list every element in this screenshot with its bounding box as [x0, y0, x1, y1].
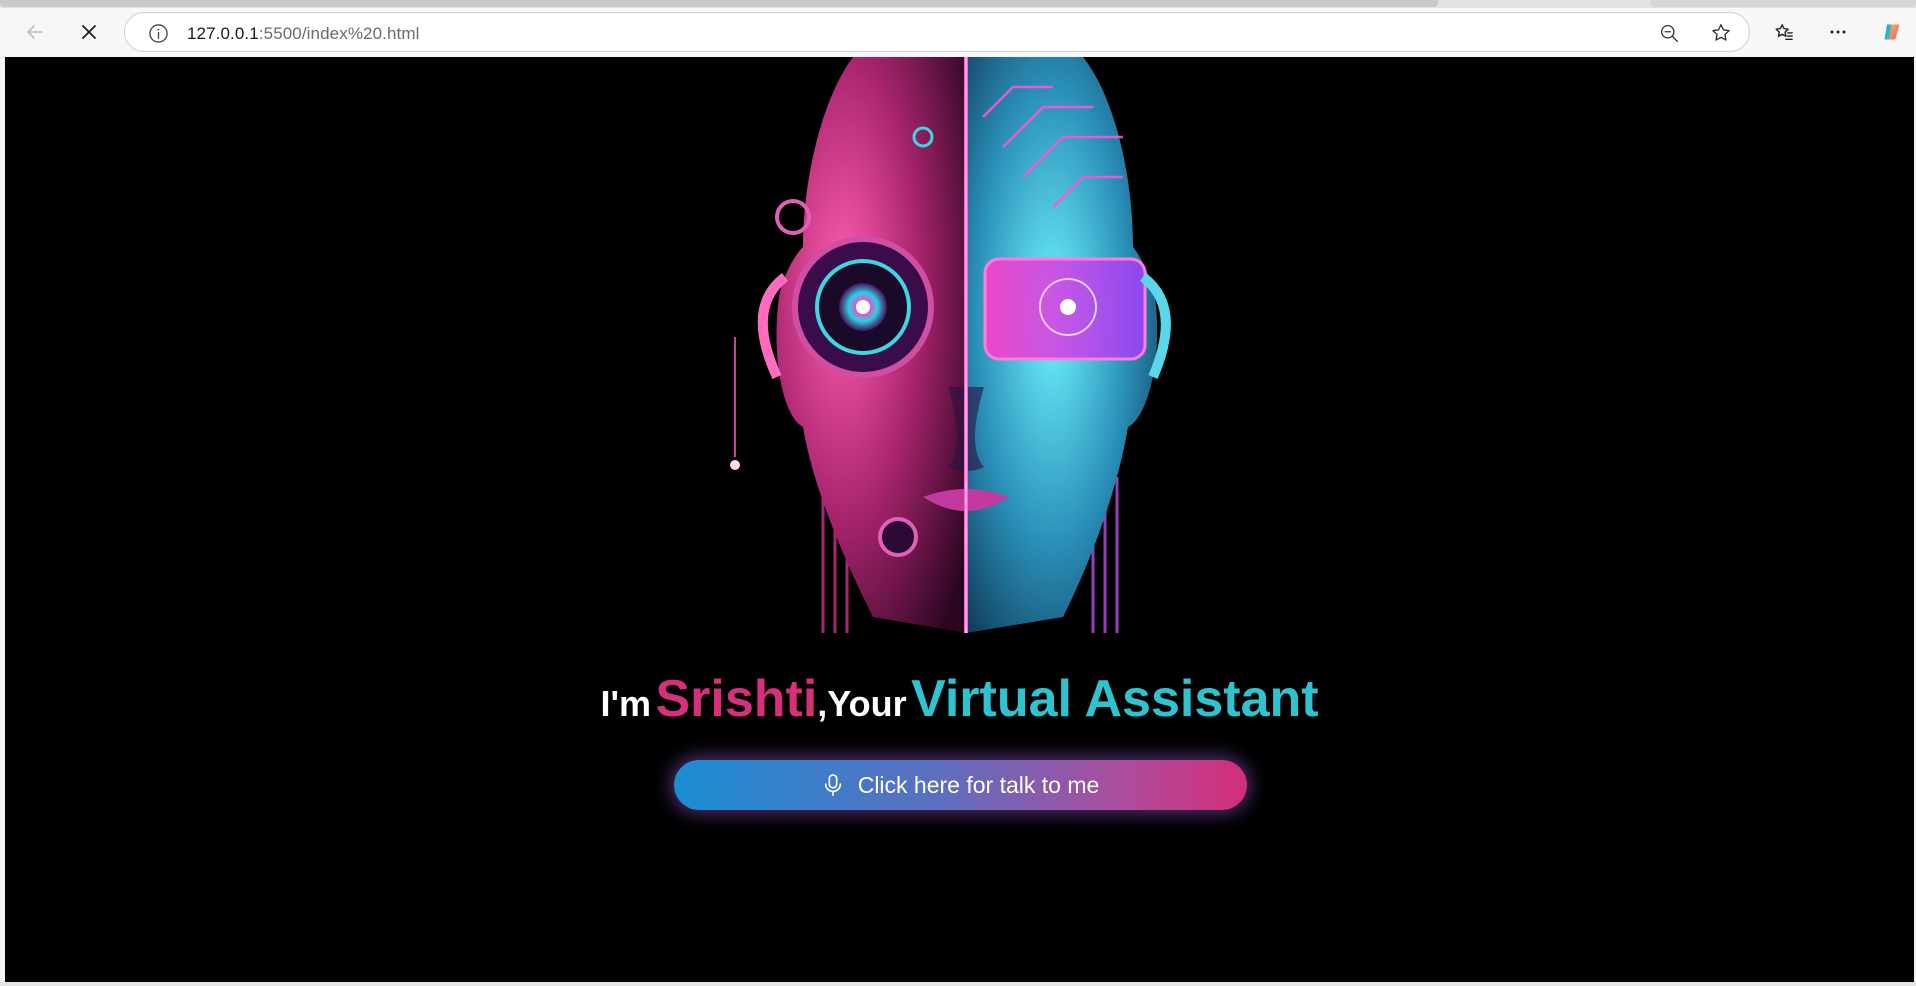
- copilot-icon: [1884, 24, 1900, 40]
- heading-middle: ,Your: [817, 683, 907, 724]
- more-icon: [1830, 30, 1846, 34]
- favorites-button[interactable]: [1766, 14, 1802, 50]
- address-bar[interactable]: 127.0.0.1:5500/index%20.html: [124, 12, 1750, 52]
- assistant-role: Virtual Assistant: [911, 670, 1319, 728]
- stop-loading-button[interactable]: [71, 14, 107, 50]
- zoom-out-icon[interactable]: [1657, 21, 1681, 45]
- favorites-icon: [1775, 24, 1793, 40]
- url-path: :5500/index%20.html: [258, 24, 420, 43]
- talk-button[interactable]: Click here for talk to me: [674, 760, 1247, 810]
- url-host: 127.0.0.1: [187, 24, 259, 43]
- assistant-avatar-image: [723, 57, 1209, 633]
- tab-strip-scroll-thumb[interactable]: [0, 0, 1438, 7]
- assistant-name: Srishti: [655, 670, 818, 728]
- info-icon[interactable]: [147, 22, 169, 44]
- page-viewport: I'm Srishti,Your Virtual Assistant Click…: [5, 57, 1914, 982]
- microphone-icon: [822, 772, 846, 798]
- talk-button-label: Click here for talk to me: [857, 771, 1100, 798]
- tab-strip-scroll-thumb-secondary[interactable]: [1650, 0, 1916, 7]
- url-text[interactable]: 127.0.0.1:5500/index%20.html: [187, 24, 419, 44]
- heading-prefix: I'm: [600, 683, 652, 724]
- robot-face-illustration: [730, 57, 1171, 633]
- arrow-left-icon: [27, 25, 43, 39]
- copilot-button[interactable]: [1874, 14, 1910, 50]
- close-icon: [82, 25, 96, 39]
- tab-strip: [0, 0, 1916, 8]
- star-icon[interactable]: [1709, 21, 1733, 45]
- browser-toolbar: 127.0.0.1:5500/index%20.html: [0, 8, 1916, 56]
- window-frame-bottom: [0, 982, 1916, 986]
- more-button[interactable]: [1820, 14, 1856, 50]
- page-title: I'm Srishti,Your Virtual Assistant: [5, 669, 1914, 729]
- back-button[interactable]: [17, 14, 53, 50]
